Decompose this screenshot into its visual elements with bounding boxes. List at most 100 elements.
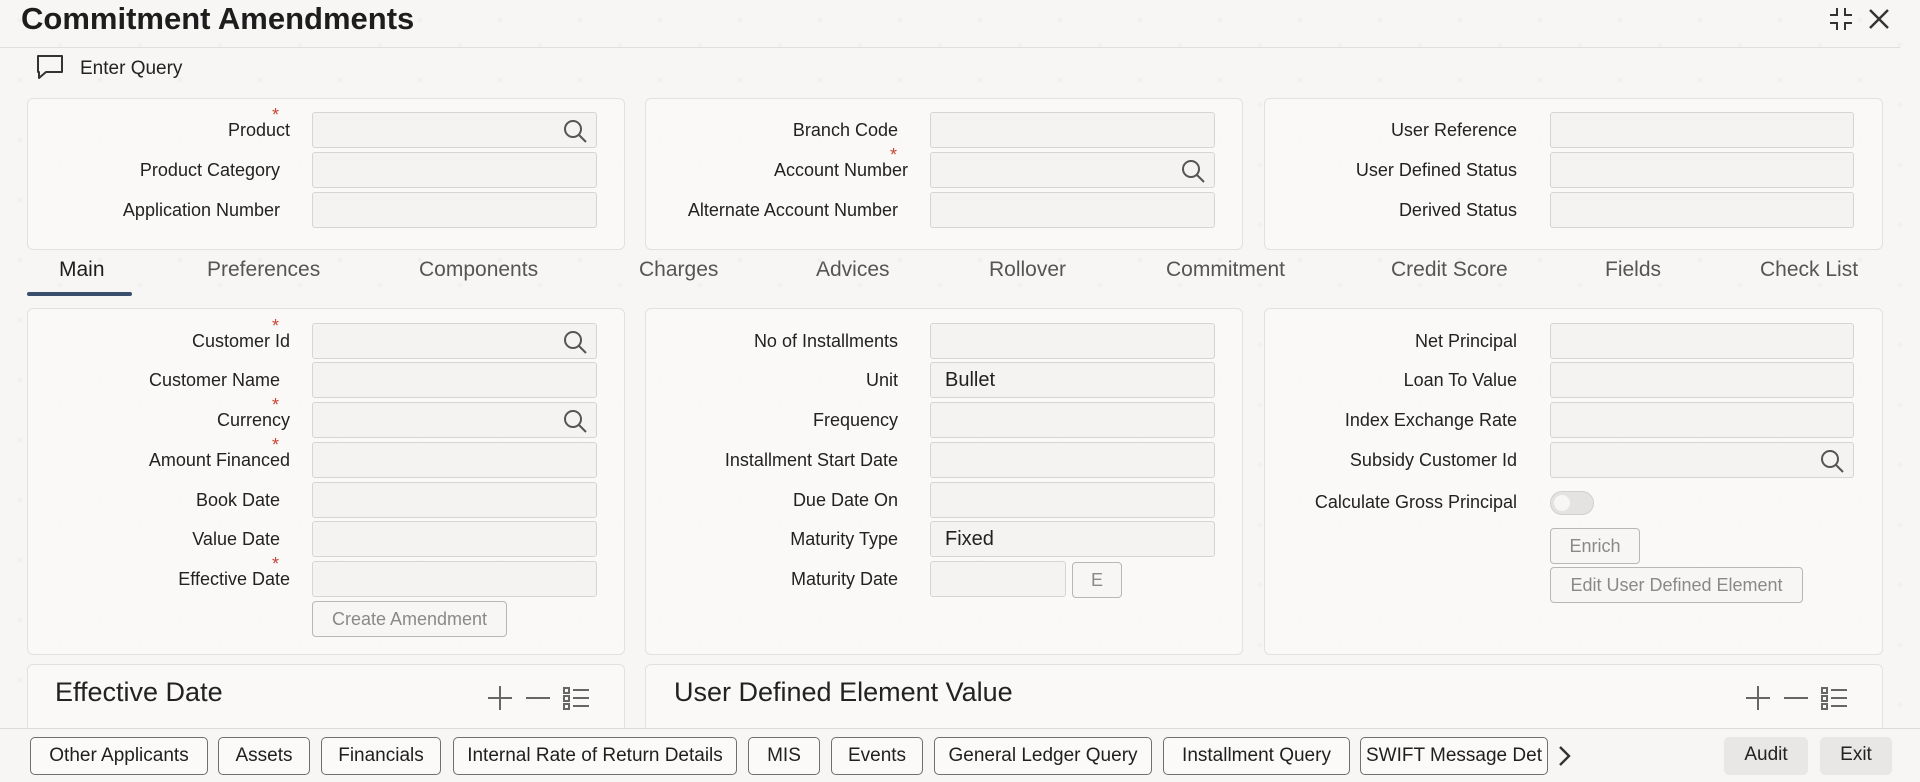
alternate-account-number-input[interactable] <box>930 192 1215 228</box>
effective-date-section: Effective Date <box>27 664 625 736</box>
edit-user-defined-element-button[interactable]: Edit User Defined Element <box>1550 567 1803 603</box>
enter-query-button[interactable]: Enter Query <box>36 54 183 85</box>
chevron-right-icon[interactable] <box>1552 743 1576 769</box>
minus-icon[interactable] <box>523 683 553 713</box>
search-icon[interactable] <box>562 408 588 434</box>
frequency-input[interactable] <box>930 402 1215 438</box>
due-date-on-input[interactable] <box>930 482 1215 518</box>
create-amendment-button[interactable]: Create Amendment <box>312 601 507 637</box>
audit-button[interactable]: Audit <box>1724 737 1808 775</box>
no-of-installments-input[interactable] <box>930 323 1215 359</box>
active-tab-indicator <box>27 292 132 296</box>
subsidy-customer-id-input[interactable] <box>1550 442 1854 478</box>
value-date-label: Value Date <box>192 529 280 549</box>
tab-credit-score[interactable]: Credit Score <box>1391 248 1508 292</box>
tab-advices[interactable]: Advices <box>816 248 890 292</box>
effective-date-input[interactable] <box>312 561 597 597</box>
product-category-label: Product Category <box>139 160 280 180</box>
index-exchange-rate-label: Index Exchange Rate <box>1344 410 1517 430</box>
user-defined-status-input[interactable] <box>1550 152 1854 188</box>
branch-code-input[interactable] <box>930 112 1215 148</box>
search-icon[interactable] <box>1180 158 1206 184</box>
loan-to-value-label: Loan To Value <box>1403 370 1517 390</box>
installment-start-date-label: Installment Start Date <box>724 450 898 470</box>
unit-select[interactable]: Bullet <box>930 362 1215 398</box>
chat-icon <box>36 54 64 85</box>
swift-message-details-button[interactable]: SWIFT Message Det <box>1360 737 1548 775</box>
user-reference-input[interactable] <box>1550 112 1854 148</box>
tab-charges[interactable]: Charges <box>639 248 718 292</box>
calculate-gross-principal-toggle[interactable] <box>1550 491 1594 515</box>
required-mark: * <box>272 316 280 336</box>
due-date-on-label: Due Date On <box>792 490 898 510</box>
mis-button[interactable]: MIS <box>748 737 820 775</box>
net-principal-input[interactable] <box>1550 323 1854 359</box>
required-mark: * <box>272 435 280 455</box>
main-panel-schedule: No of Installments Unit Bullet Frequency… <box>645 308 1243 655</box>
minus-icon[interactable] <box>1781 683 1811 713</box>
user-reference-label: User Reference <box>1390 120 1517 140</box>
customer-name-input[interactable] <box>312 362 597 398</box>
application-number-label: Application Number <box>122 200 280 220</box>
search-icon[interactable] <box>562 118 588 144</box>
search-icon[interactable] <box>562 329 588 355</box>
currency-input[interactable] <box>312 402 597 438</box>
tab-commitment[interactable]: Commitment <box>1166 248 1285 292</box>
amount-financed-input[interactable] <box>312 442 597 478</box>
net-principal-label: Net Principal <box>1414 331 1517 351</box>
tab-components[interactable]: Components <box>419 248 538 292</box>
maturity-type-select[interactable]: Fixed <box>930 521 1215 557</box>
required-mark: * <box>272 395 280 415</box>
tab-main[interactable]: Main <box>59 248 105 292</box>
account-number-input[interactable] <box>930 152 1215 188</box>
enter-query-label: Enter Query <box>80 58 183 79</box>
derived-status-label: Derived Status <box>1398 200 1517 220</box>
list-icon[interactable] <box>1819 683 1849 713</box>
subsidy-customer-id-label: Subsidy Customer Id <box>1349 450 1517 470</box>
bottom-toolbar: Other Applicants Assets Financials Inter… <box>0 728 1920 782</box>
assets-button[interactable]: Assets <box>218 737 310 775</box>
loan-to-value-input[interactable] <box>1550 362 1854 398</box>
internal-rate-of-return-details-button[interactable]: Internal Rate of Return Details <box>453 737 737 775</box>
tab-rollover[interactable]: Rollover <box>989 248 1066 292</box>
index-exchange-rate-input[interactable] <box>1550 402 1854 438</box>
maturity-date-e-button[interactable]: E <box>1072 562 1122 598</box>
user-defined-element-section-title: User Defined Element Value <box>674 677 1013 707</box>
enrich-button[interactable]: Enrich <box>1550 528 1640 564</box>
book-date-input[interactable] <box>312 482 597 518</box>
account-number-label: Account Number <box>773 160 908 180</box>
financials-button[interactable]: Financials <box>321 737 441 775</box>
tab-preferences[interactable]: Preferences <box>207 248 320 292</box>
application-number-input[interactable] <box>312 192 597 228</box>
required-mark: * <box>272 105 280 125</box>
product-label: Product <box>227 120 290 140</box>
calculate-gross-principal-label: Calculate Gross Principal <box>1314 492 1517 512</box>
plus-icon[interactable] <box>1743 683 1773 713</box>
maturity-date-label: Maturity Date <box>790 569 898 589</box>
search-icon[interactable] <box>1819 448 1845 474</box>
unit-label: Unit <box>865 370 898 390</box>
tab-fields[interactable]: Fields <box>1605 248 1661 292</box>
header-panel-account: Branch Code Account Number * Alternate A… <box>645 98 1243 250</box>
close-icon[interactable] <box>1866 6 1892 32</box>
product-input[interactable] <box>312 112 597 148</box>
general-ledger-query-button[interactable]: General Ledger Query <box>934 737 1152 775</box>
value-date-input[interactable] <box>312 521 597 557</box>
other-applicants-button[interactable]: Other Applicants <box>30 737 208 775</box>
product-category-input[interactable] <box>312 152 597 188</box>
derived-status-input[interactable] <box>1550 192 1854 228</box>
plus-icon[interactable] <box>485 683 515 713</box>
maturity-date-input[interactable] <box>930 561 1066 597</box>
installment-start-date-input[interactable] <box>930 442 1215 478</box>
user-defined-status-label: User Defined Status <box>1355 160 1517 180</box>
tab-check-list[interactable]: Check List <box>1760 248 1858 292</box>
list-icon[interactable] <box>561 683 591 713</box>
frequency-label: Frequency <box>812 410 898 430</box>
events-button[interactable]: Events <box>831 737 923 775</box>
amount-financed-label: Amount Financed <box>148 450 290 470</box>
exit-button[interactable]: Exit <box>1820 737 1892 775</box>
installment-query-button[interactable]: Installment Query <box>1163 737 1350 775</box>
minimize-icon[interactable] <box>1828 6 1854 32</box>
tab-bar: Main Preferences Components Charges Advi… <box>27 248 1872 296</box>
customer-id-input[interactable] <box>312 323 597 359</box>
